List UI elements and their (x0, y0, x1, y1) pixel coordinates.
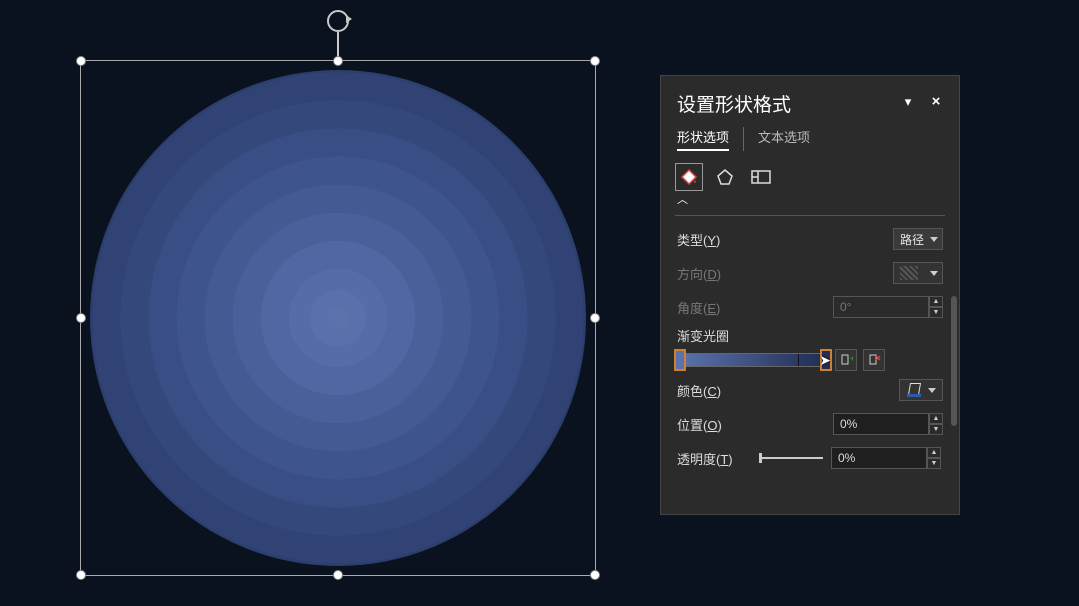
type-dropdown[interactable]: 路径 (893, 228, 943, 250)
label-accel: Y (707, 233, 716, 248)
label-text: 方向( (677, 267, 707, 282)
gradient-stops-bar[interactable]: ➤ (677, 353, 829, 367)
paint-bucket-icon (907, 383, 921, 397)
slide-canvas[interactable] (60, 10, 600, 590)
panel-body: 类型(Y) 路径 方向(D) 角度(E) 0° ▲ (661, 216, 959, 481)
spinner-up-icon[interactable]: ▲ (927, 447, 941, 458)
label-direction: 方向(D) (677, 264, 893, 283)
panel-title: 设置形状格式 (677, 90, 887, 117)
spinner-up-icon[interactable]: ▲ (929, 413, 943, 424)
label-position: 位置(O) (677, 415, 833, 434)
label-text: ) (716, 233, 720, 248)
label-type: 类型(Y) (677, 230, 893, 249)
spinner-down-icon[interactable]: ▼ (929, 424, 943, 435)
category-icon-row (661, 161, 959, 191)
label-gradient-stops: 渐变光圈 (677, 326, 943, 345)
row-position: 位置(O) 0% ▲ ▼ (677, 409, 943, 439)
chevron-down-icon (928, 388, 936, 393)
angle-input: 0° (833, 296, 929, 318)
label-text: ) (717, 384, 721, 399)
label-text: 位置( (677, 418, 707, 433)
label-accel: E (707, 301, 716, 316)
selection-handle[interactable] (76, 313, 86, 323)
spinner-down-icon: ▼ (929, 307, 943, 318)
fill-line-icon[interactable] (675, 163, 703, 191)
gradient-stop-handle[interactable] (820, 349, 832, 371)
label-accel: D (707, 267, 716, 282)
panel-subtabs: 形状选项 文本选项 (661, 121, 959, 161)
rotate-handle-icon[interactable] (327, 10, 349, 32)
section-chevron-icon[interactable]: ︿ (661, 191, 959, 207)
label-accel: O (707, 418, 717, 433)
row-type: 类型(Y) 路径 (677, 224, 943, 254)
slider-thumb[interactable] (759, 453, 762, 463)
position-spinner[interactable]: 0% ▲ ▼ (833, 413, 943, 435)
row-angle: 角度(E) 0° ▲ ▼ (677, 292, 943, 322)
selection-handle[interactable] (590, 313, 600, 323)
label-accel: C (707, 384, 716, 399)
type-value: 路径 (900, 231, 924, 248)
position-input[interactable]: 0% (833, 413, 929, 435)
direction-dropdown (893, 262, 943, 284)
row-color: 颜色(C) (677, 375, 943, 405)
row-direction: 方向(D) (677, 258, 943, 288)
close-icon[interactable]: × (929, 97, 943, 111)
label-text: ) (717, 267, 721, 282)
selection-handle[interactable] (333, 56, 343, 66)
label-text: 透明度( (677, 452, 720, 467)
transparency-input[interactable]: 0% (831, 447, 927, 469)
label-text: 类型( (677, 233, 707, 248)
color-picker-button[interactable] (899, 379, 943, 401)
label-color: 颜色(C) (677, 381, 899, 400)
row-transparency: 透明度(T) 0% ▲ ▼ (677, 443, 943, 473)
effects-pentagon-icon[interactable] (711, 163, 739, 191)
selection-handle[interactable] (333, 570, 343, 580)
selection-handle[interactable] (76, 570, 86, 580)
selection-handle[interactable] (590, 570, 600, 580)
format-shape-panel: 设置形状格式 ▾ × 形状选项 文本选项 ︿ 类型(Y) 路径 (660, 75, 960, 515)
transparency-spinner[interactable]: 0% ▲ ▼ (831, 447, 941, 469)
panel-options-dropdown-icon[interactable]: ▾ (901, 97, 915, 111)
tab-text-options[interactable]: 文本选项 (758, 127, 810, 151)
direction-swatch-icon (900, 266, 918, 280)
chevron-down-icon (930, 237, 938, 242)
selection-handle[interactable] (590, 56, 600, 66)
label-text: 颜色( (677, 384, 707, 399)
panel-header: 设置形状格式 ▾ × (661, 76, 959, 121)
label-transparency: 透明度(T) (677, 449, 759, 468)
gradient-mid-marker (798, 354, 799, 366)
remove-gradient-stop-button[interactable] (863, 349, 885, 371)
spinner-down-icon[interactable]: ▼ (927, 458, 941, 469)
label-text: ) (716, 301, 720, 316)
add-gradient-stop-button[interactable]: + (835, 349, 857, 371)
angle-spinner: 0° ▲ ▼ (833, 296, 943, 318)
label-text: ) (717, 418, 721, 433)
spinner-up-icon: ▲ (929, 296, 943, 307)
size-layout-icon[interactable] (747, 163, 775, 191)
tab-separator (743, 127, 744, 151)
panel-scrollbar[interactable] (951, 296, 957, 426)
label-text: 角度( (677, 301, 707, 316)
gradient-stop-handle[interactable] (674, 349, 686, 371)
tab-shape-options[interactable]: 形状选项 (677, 127, 729, 151)
transparency-slider[interactable] (759, 457, 823, 459)
svg-text:+: + (850, 354, 853, 363)
label-text: ) (728, 452, 732, 467)
label-angle: 角度(E) (677, 298, 833, 317)
selection-handle[interactable] (76, 56, 86, 66)
chevron-down-icon (930, 271, 938, 276)
shape-ellipse[interactable] (90, 70, 586, 566)
